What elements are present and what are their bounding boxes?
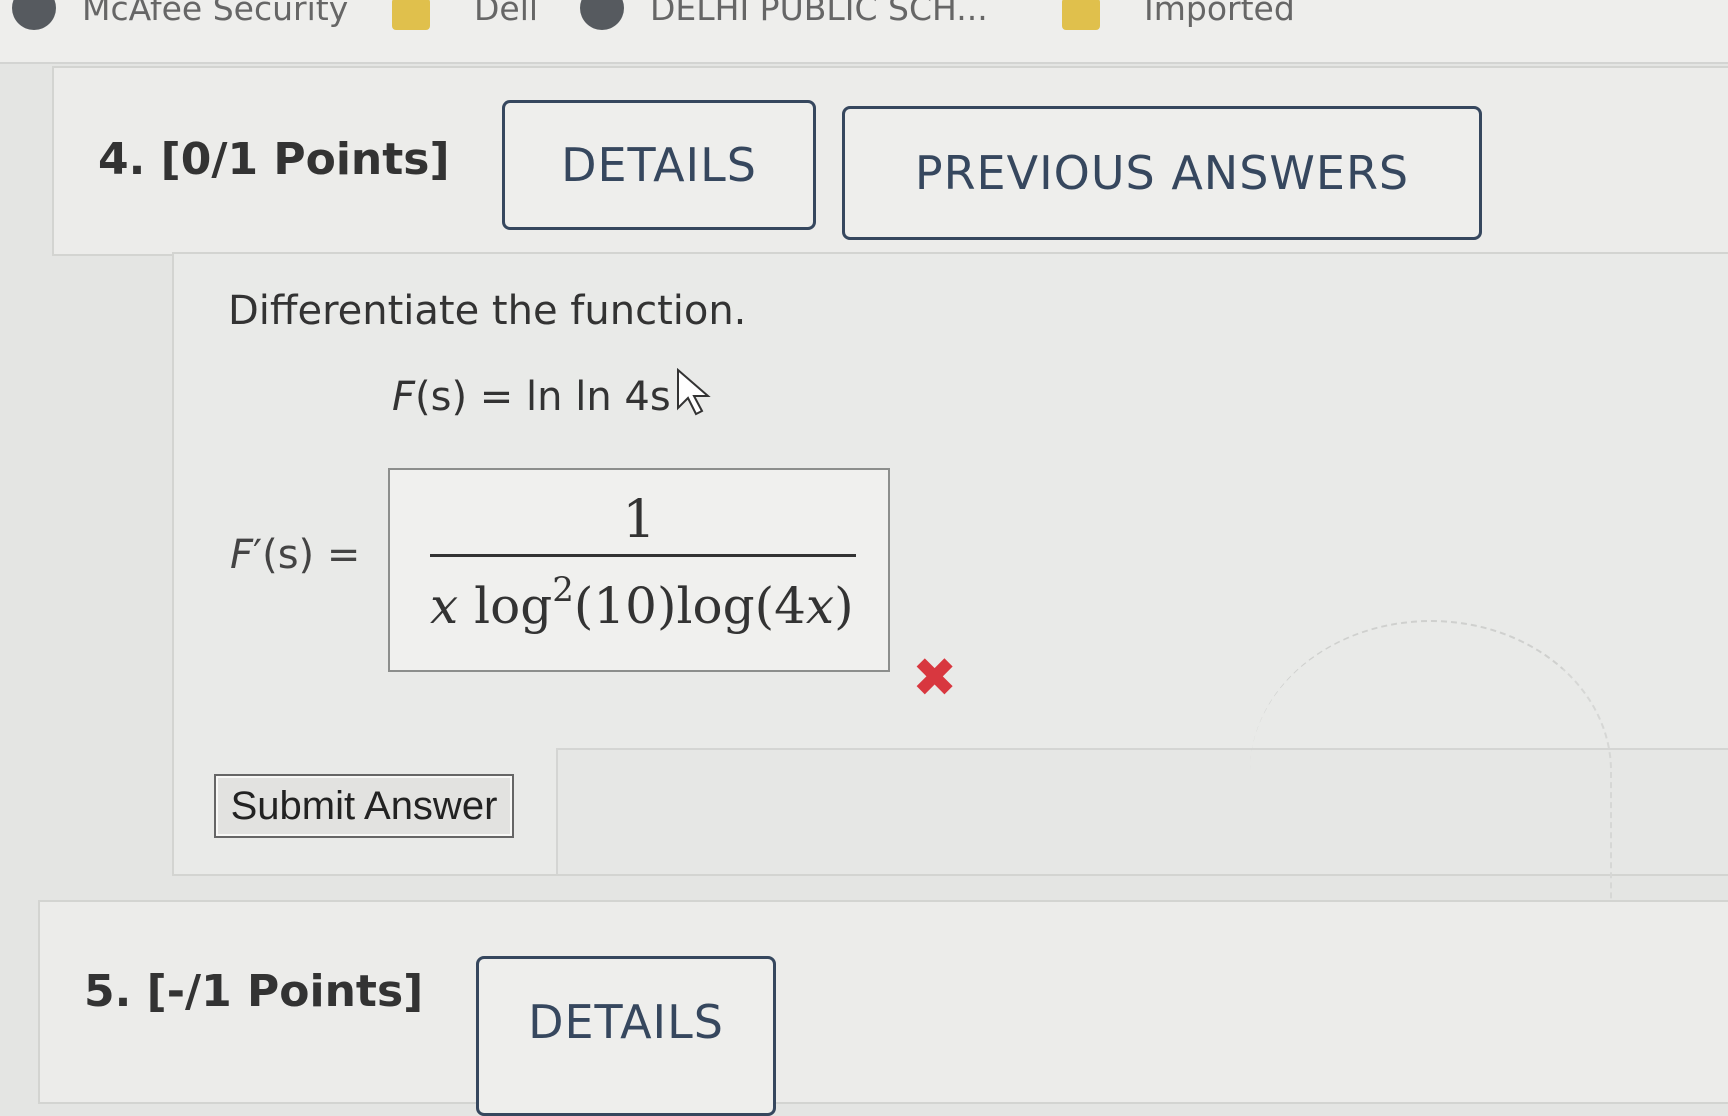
den-x2: x bbox=[805, 577, 835, 635]
mouse-cursor-icon bbox=[677, 368, 711, 416]
folder-icon bbox=[392, 0, 430, 30]
bookmark-label: Imported bbox=[1144, 0, 1295, 28]
function-var: (s) bbox=[415, 374, 468, 420]
fraction-bar bbox=[430, 554, 856, 557]
function-name: F bbox=[392, 374, 416, 420]
bookmark-label: DELHI PUBLIC SCH... bbox=[650, 0, 988, 28]
den-x: x bbox=[430, 577, 459, 635]
function-expression: F(s) = ln ln 4s bbox=[392, 374, 671, 420]
details-button[interactable]: DETAILS bbox=[502, 100, 816, 230]
globe-icon bbox=[580, 0, 624, 30]
bookmark-imported[interactable]: Imported bbox=[1062, 0, 1295, 30]
derivative-label: F′(s) = bbox=[230, 532, 360, 578]
answer-numerator: 1 bbox=[622, 490, 656, 550]
den-log1: log bbox=[458, 577, 553, 635]
bookmark-mcafee[interactable]: McAfee Security bbox=[12, 0, 348, 30]
den-mid: (10)log(4 bbox=[573, 577, 806, 635]
bookmark-delhi-public-school[interactable]: DELHI PUBLIC SCH... bbox=[580, 0, 988, 30]
question-prompt: Differentiate the function. bbox=[228, 288, 747, 334]
bookmark-dell[interactable]: Dell bbox=[392, 0, 538, 30]
derivative-rest: ′(s) = bbox=[253, 532, 361, 578]
incorrect-x-icon: ✖ bbox=[912, 646, 958, 709]
answer-denominator: x log2(10)log(4x) bbox=[430, 570, 854, 635]
answer-input[interactable]: 1 x log2(10)log(4x) bbox=[388, 468, 890, 672]
question-5-points: 5. [-/1 Points] bbox=[84, 966, 424, 1017]
submit-answer-button[interactable]: Submit Answer bbox=[214, 774, 514, 838]
folder-icon bbox=[1062, 0, 1100, 30]
bookmark-label: McAfee Security bbox=[82, 0, 349, 28]
question-4-points: 4. [0/1 Points] bbox=[98, 134, 450, 185]
bookmark-label: Dell bbox=[474, 0, 539, 28]
previous-answers-button[interactable]: PREVIOUS ANSWERS bbox=[842, 106, 1482, 240]
den-exponent: 2 bbox=[552, 570, 574, 610]
function-rhs: = ln ln 4s bbox=[467, 374, 671, 420]
globe-icon bbox=[12, 0, 56, 30]
den-close: ) bbox=[834, 577, 854, 635]
bookmarks-bar: McAfee Security Dell DELHI PUBLIC SCH...… bbox=[0, 0, 1728, 64]
screen-reflection bbox=[1250, 620, 1612, 922]
derivative-name: F bbox=[230, 532, 254, 578]
details-button-q5[interactable]: DETAILS bbox=[476, 956, 776, 1116]
